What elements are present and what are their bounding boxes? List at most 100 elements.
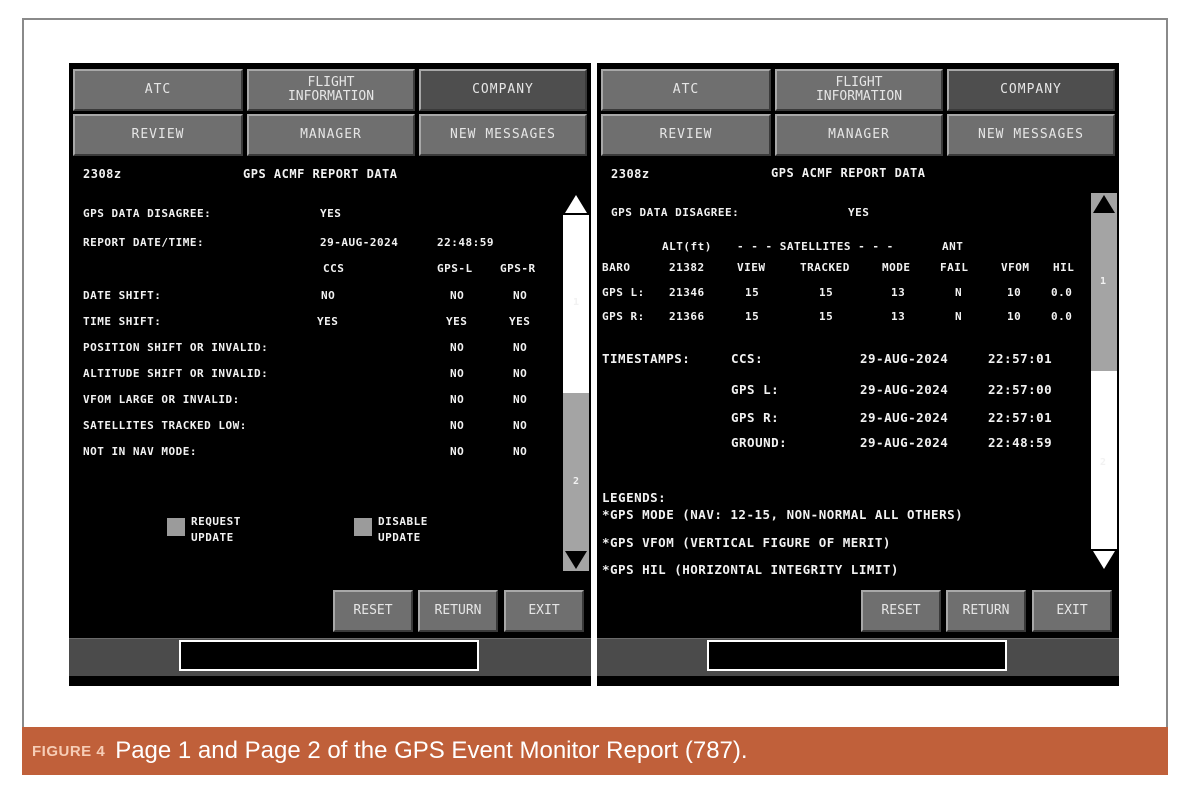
disable-update-checkbox[interactable] [354, 518, 372, 536]
exit-button[interactable]: EXIT [504, 590, 584, 632]
manager-button[interactable]: MANAGER [247, 114, 415, 156]
disagree-value: YES [320, 207, 342, 220]
header-hil: HIL [1053, 261, 1075, 274]
gps-hil: 0.0 [1051, 286, 1073, 299]
gps-tracked: 15 [819, 286, 834, 299]
header-baro: BARO [602, 261, 631, 274]
new-messages-button[interactable]: NEW MESSAGES [947, 114, 1115, 156]
scroll-track-page-1[interactable] [1091, 215, 1117, 371]
disagree-label: GPS DATA DISAGREE: [83, 207, 212, 220]
disable-line1: DISABLE [378, 515, 428, 528]
company-button[interactable]: COMPANY [419, 69, 587, 111]
return-button[interactable]: RETURN [418, 590, 498, 632]
reset-button[interactable]: RESET [333, 590, 413, 632]
page-title: GPS ACMF REPORT DATA [243, 167, 398, 181]
gps-row-label: GPS R: [602, 310, 645, 323]
gps-mode: 13 [891, 310, 906, 323]
gps-mode: 13 [891, 286, 906, 299]
scratchpad-input[interactable] [707, 640, 1007, 671]
check-label: DATE SHIFT: [83, 289, 162, 302]
scroll-down-icon[interactable] [1091, 549, 1117, 571]
gps-view: 15 [745, 310, 760, 323]
report-time: 2308z [83, 167, 122, 181]
header-view: VIEW [737, 261, 766, 274]
timestamp-label: GPS R: [731, 410, 780, 425]
report-date: 29-AUG-2024 [320, 236, 399, 249]
check-label: ALTITUDE SHIFT OR INVALID: [83, 367, 269, 380]
page-number-1: 1 [1100, 276, 1107, 287]
report-page-2: ATC FLIGHT INFORMATION COMPANY REVIEW MAN… [597, 63, 1119, 686]
timestamp-label: CCS: [731, 351, 764, 366]
check-label: POSITION SHIFT OR INVALID: [83, 341, 269, 354]
request-update-checkbox[interactable] [167, 518, 185, 536]
timestamp-date: 29-AUG-2024 [860, 410, 949, 425]
figure-caption-text: Page 1 and Page 2 of the GPS Event Monit… [115, 737, 748, 764]
review-button[interactable]: REVIEW [601, 114, 771, 156]
scroll-down-icon[interactable] [563, 549, 589, 571]
legend-gps-hil: *GPS HIL (HORIZONTAL INTEGRITY LIMIT) [602, 562, 899, 577]
scroll-up-icon[interactable] [1091, 193, 1117, 215]
check-label: VFOM LARGE OR INVALID: [83, 393, 240, 406]
flight-info-line1: FLIGHT [835, 75, 883, 90]
timestamp-time: 22:57:00 [988, 382, 1053, 397]
atc-button[interactable]: ATC [601, 69, 771, 111]
check-gps-l: NO [450, 341, 465, 354]
column-gps-l: GPS-L [437, 262, 473, 275]
scroll-track-page-2[interactable] [563, 393, 589, 549]
flight-information-button[interactable]: FLIGHT INFORMATION [775, 69, 943, 111]
flight-info-line2: INFORMATION [287, 89, 375, 104]
reset-button[interactable]: RESET [861, 590, 941, 632]
check-gps-r: NO [513, 445, 528, 458]
check-gps-r: NO [513, 289, 528, 302]
page-scrollbar[interactable] [1091, 193, 1117, 571]
page-scrollbar[interactable] [563, 193, 589, 571]
legends-label: LEGENDS: [602, 490, 667, 505]
legend-gps-mode: *GPS MODE (NAV: 12-15, NON-NORMAL ALL OT… [602, 507, 964, 522]
timestamp-label: GPS L: [731, 382, 780, 397]
exit-button[interactable]: EXIT [1032, 590, 1112, 632]
page-number-2: 2 [573, 476, 580, 487]
figure-label: FIGURE 4 [32, 742, 106, 760]
return-button[interactable]: RETURN [946, 590, 1026, 632]
check-gps-r: NO [513, 367, 528, 380]
request-line2: UPDATE [191, 531, 234, 544]
review-button[interactable]: REVIEW [73, 114, 243, 156]
check-label: SATELLITES TRACKED LOW: [83, 419, 247, 432]
header-vfom: VFOM [1001, 261, 1030, 274]
report-page-1: ATC FLIGHT INFORMATION COMPANY REVIEW MAN… [69, 63, 591, 686]
new-messages-button[interactable]: NEW MESSAGES [419, 114, 587, 156]
gps-tracked: 15 [819, 310, 834, 323]
disable-update-label: DISABLE UPDATE [378, 514, 428, 546]
check-gps-l: NO [450, 393, 465, 406]
column-gps-r: GPS-R [500, 262, 536, 275]
report-time-value: 22:48:59 [437, 236, 494, 249]
scroll-up-icon[interactable] [563, 193, 589, 215]
gps-altitude: 21346 [669, 286, 705, 299]
baro-altitude: 21382 [669, 261, 705, 274]
atc-button[interactable]: ATC [73, 69, 243, 111]
flight-information-button[interactable]: FLIGHT INFORMATION [247, 69, 415, 111]
gps-view: 15 [745, 286, 760, 299]
figure-caption: FIGURE 4 Page 1 and Page 2 of the GPS Ev… [22, 727, 1168, 775]
timestamp-time: 22:57:01 [988, 351, 1053, 366]
manager-button[interactable]: MANAGER [775, 114, 943, 156]
gps-vfom: 10 [1007, 310, 1022, 323]
header-satellites: - - - SATELLITES - - - [737, 240, 894, 253]
header-tracked: TRACKED [800, 261, 850, 274]
flight-info-line2: INFORMATION [815, 89, 903, 104]
request-line1: REQUEST [191, 515, 241, 528]
check-gps-l: NO [450, 289, 465, 302]
company-button[interactable]: COMPANY [947, 69, 1115, 111]
check-ccs: NO [321, 289, 336, 302]
check-gps-l: NO [450, 419, 465, 432]
check-gps-l: NO [450, 445, 465, 458]
check-gps-l: NO [450, 367, 465, 380]
timestamps-label: TIMESTAMPS: [602, 351, 691, 366]
check-gps-r: YES [509, 315, 531, 328]
gps-fail: N [955, 286, 963, 299]
page-number-1: 1 [573, 297, 580, 308]
check-label: TIME SHIFT: [83, 315, 162, 328]
gps-row-label: GPS L: [602, 286, 645, 299]
check-gps-r: NO [513, 419, 528, 432]
scratchpad-input[interactable] [179, 640, 479, 671]
